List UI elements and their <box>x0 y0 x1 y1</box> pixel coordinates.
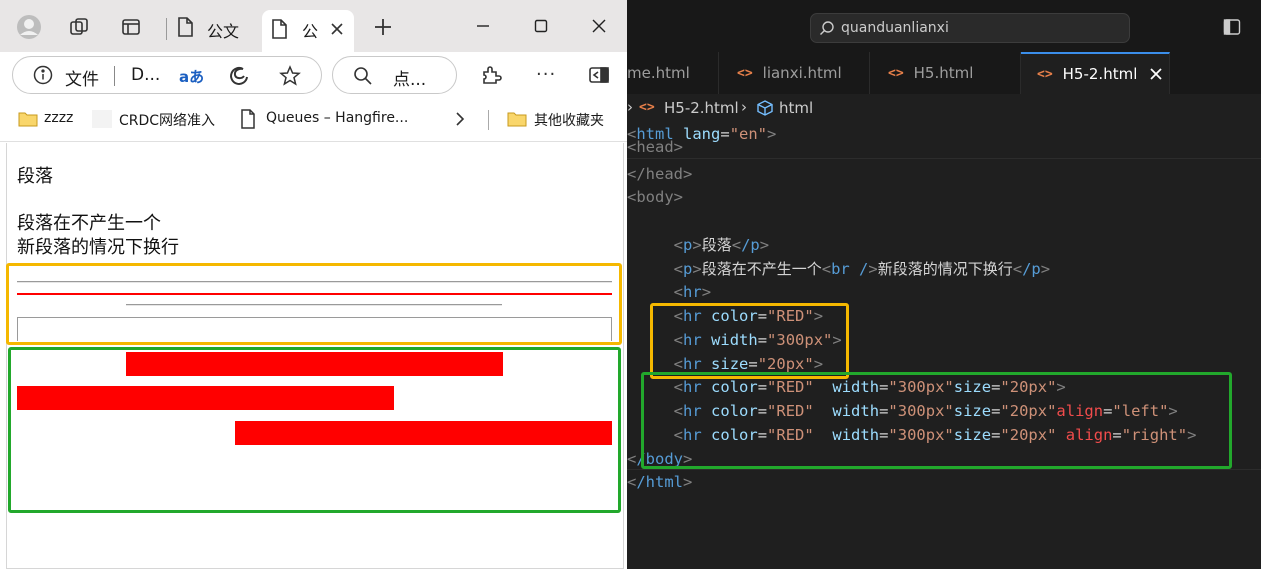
more-menu-icon[interactable]: ··· <box>536 64 556 85</box>
address-separator <box>114 66 115 86</box>
html-file-icon: <> <box>737 65 753 81</box>
close-tab-icon[interactable] <box>1149 67 1163 81</box>
breadcrumb-chevron-icon: › <box>627 98 633 116</box>
favorite-item-zzzz[interactable]: zzzz <box>44 110 73 126</box>
paragraph-1: 段落 <box>17 166 53 187</box>
search-icon <box>353 66 373 90</box>
profile-avatar-icon[interactable] <box>12 10 46 44</box>
tab-separator <box>166 18 167 40</box>
editor-tab-label: H5-2.html <box>1062 65 1138 83</box>
blank-site-icon <box>92 110 112 128</box>
code-line: <head> <box>627 140 683 154</box>
address-bar[interactable]: 文件 D... aあ <box>12 56 322 94</box>
paragraph-2-line-2: 新段落的情况下换行 <box>17 237 179 258</box>
annotation-box-orange <box>6 263 622 345</box>
code-line: </html> <box>627 473 693 491</box>
favorites-bar: zzzz CRDC网络准入 Queues – Hangfire... 其他收藏夹 <box>0 98 627 142</box>
read-aloud-icon[interactable]: aあ <box>179 66 204 87</box>
code-line: </head> <box>627 165 693 183</box>
code-line: <body> <box>627 188 683 206</box>
symbol-cube-icon <box>757 100 773 116</box>
favorite-star-icon[interactable] <box>279 65 301 91</box>
close-tab-icon[interactable] <box>328 20 346 38</box>
current-line-border <box>627 469 1261 470</box>
html-file-icon: <> <box>639 100 655 115</box>
browser-window: 公文 公 文件 D... aあ 点... ··· zzzz CRDC网络准入 Q… <box>0 0 627 569</box>
address-url[interactable]: D... <box>131 65 160 85</box>
favorite-item-other[interactable]: 其他收藏夹 <box>534 110 604 130</box>
sidebar-toggle-icon[interactable] <box>588 64 610 90</box>
tab-actions-icon[interactable] <box>114 10 148 44</box>
code-editor-window: quanduanlianxi me.html <> lianxi.html <>… <box>627 0 1261 569</box>
tab-title-1[interactable]: 公文 <box>207 18 239 42</box>
editor-title-bar: quanduanlianxi <box>627 0 1261 52</box>
editor-tab-label: H5.html <box>913 64 974 82</box>
favorite-item-hangfire[interactable]: Queues – Hangfire... <box>266 110 408 126</box>
editor-tab-h5-2[interactable]: <> H5-2.html <box>1021 52 1170 94</box>
annotation-box-orange-code <box>650 303 849 379</box>
page-icon <box>241 109 255 129</box>
editor-tab-me[interactable]: me.html <box>627 52 719 94</box>
info-icon[interactable] <box>33 65 53 89</box>
maximize-icon[interactable] <box>527 12 555 40</box>
code-line: <p>段落</p> <box>673 236 770 254</box>
browser-toolbar: 文件 D... aあ 点... ··· <box>0 52 627 98</box>
chevron-right-icon[interactable] <box>453 111 467 127</box>
search-icon <box>820 21 834 35</box>
address-prefix: 文件 <box>65 70 99 90</box>
minimize-icon[interactable] <box>469 12 497 40</box>
page-icon <box>270 18 288 44</box>
editor-tab-label: lianxi.html <box>762 64 842 82</box>
editor-tab-h5[interactable]: <> H5.html <box>870 52 1021 94</box>
close-window-icon[interactable] <box>585 12 613 40</box>
paragraph-2-line-1: 段落在不产生一个 <box>17 213 161 234</box>
search-placeholder: 点... <box>393 70 427 90</box>
tab-active[interactable]: 公 <box>262 10 354 52</box>
breadcrumb: › <> H5-2.html › html <box>627 94 1261 122</box>
page-icon <box>168 10 202 44</box>
command-center-label: quanduanlianxi <box>841 20 949 36</box>
breadcrumb-chevron-icon: › <box>741 98 747 116</box>
workspaces-icon[interactable] <box>62 10 96 44</box>
search-box[interactable]: 点... <box>332 56 457 94</box>
favorite-item-crdc[interactable]: CRDC网络准入 <box>119 110 215 130</box>
folder-icon <box>507 112 527 127</box>
editor-tab-label: me.html <box>627 64 690 82</box>
html-file-icon: <> <box>1037 66 1053 82</box>
command-center[interactable]: quanduanlianxi <box>810 13 1130 43</box>
extensions-icon[interactable] <box>480 64 502 90</box>
new-tab-icon[interactable] <box>366 10 400 44</box>
layout-toggle-icon[interactable] <box>1223 18 1241 40</box>
breadcrumb-symbol[interactable]: html <box>779 99 813 117</box>
annotation-box-green <box>8 347 621 513</box>
tab-title-2: 公 <box>302 22 319 41</box>
edge-browser-icon[interactable] <box>228 65 250 91</box>
annotation-box-green-code <box>641 372 1232 469</box>
editor-tab-bar: me.html <> lianxi.html <> H5.html <> H5-… <box>627 52 1261 94</box>
browser-tab-bar: 公文 公 <box>0 0 627 52</box>
favorites-separator <box>488 110 489 130</box>
sticky-scroll-divider <box>627 158 1261 159</box>
editor-tab-lianxi[interactable]: <> lianxi.html <box>719 52 870 94</box>
html-file-icon: <> <box>888 65 904 81</box>
code-line: <p>段落在不产生一个<br />新段落的情况下换行</p> <box>673 260 1051 278</box>
breadcrumb-file[interactable]: H5-2.html <box>664 99 739 117</box>
folder-icon <box>18 112 38 127</box>
code-line: <hr> <box>673 283 712 301</box>
